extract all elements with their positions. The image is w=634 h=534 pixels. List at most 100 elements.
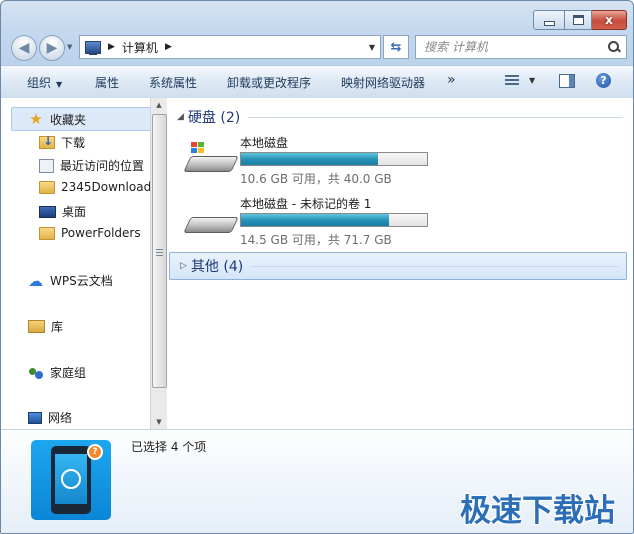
group-title: 硬盘 (2): [187, 110, 241, 126]
nav-item-label: 2345Downloads: [61, 180, 158, 194]
desktop-icon: [39, 205, 56, 218]
nav-item-powerfolders[interactable]: PowerFolders: [39, 226, 141, 240]
view-dropdown-icon[interactable]: ▼: [529, 76, 535, 85]
nav-item-label: PowerFolders: [61, 226, 141, 240]
nav-favorites[interactable]: ★ 收藏夹: [11, 107, 151, 131]
nav-wps-cloud-label: WPS云文档: [50, 274, 113, 288]
capacity-bar-fill: [241, 153, 378, 165]
download-folder-icon: [39, 134, 55, 149]
properties-button[interactable]: 属性: [95, 74, 119, 91]
view-options-icon[interactable]: [505, 73, 519, 87]
folder-icon: [39, 180, 55, 194]
forward-arrow-icon: ▶: [46, 40, 58, 56]
folder-icon: [39, 226, 55, 240]
address-bar[interactable]: ▶ 计算机 ▶ ▼: [79, 35, 381, 59]
help-icon[interactable]: ?: [596, 73, 611, 88]
drive-name: 本地磁盘: [240, 136, 289, 150]
homegroup-icon: [28, 366, 44, 380]
search-icon[interactable]: [608, 41, 620, 53]
capacity-bar: [240, 213, 428, 227]
nav-item-downloads[interactable]: 下载: [39, 134, 85, 151]
scroll-down-icon[interactable]: ▼: [151, 415, 167, 429]
system-properties-button[interactable]: 系统属性: [149, 74, 197, 91]
nav-item-label: 下载: [61, 136, 86, 150]
recent-pages-dropdown[interactable]: ▼: [67, 43, 72, 51]
drive-capacity: 10.6 GB 可用，共 40.0 GB: [240, 172, 392, 186]
search-box[interactable]: [415, 35, 627, 59]
preview-pane-icon[interactable]: [559, 74, 575, 88]
close-icon: x: [605, 13, 613, 27]
nav-favorites-label: 收藏夹: [50, 112, 87, 127]
nav-scrollbar[interactable]: ▲ ▼: [150, 98, 167, 429]
details-pane: ? 已选择 4 个项 极速下载站: [1, 429, 633, 533]
nav-item-desktop[interactable]: 桌面: [39, 203, 86, 220]
chevron-down-icon: ▼: [56, 80, 63, 89]
group-divider: [248, 116, 623, 118]
organize-label: 组织: [27, 76, 52, 90]
computer-icon: [85, 40, 101, 55]
content-pane: ◢ 硬盘 (2) 本地磁盘 10.6 GB 可用，共 40.0 GB 本地磁盘 …: [167, 98, 633, 429]
recent-places-icon: [39, 158, 54, 173]
basketball-icon: [61, 469, 81, 489]
group-title: 其他 (4): [190, 259, 244, 275]
group-divider: [251, 265, 618, 267]
nav-wps-cloud[interactable]: ☁ WPS云文档: [28, 272, 113, 289]
group-other[interactable]: ▷ 其他 (4): [169, 252, 627, 280]
more-commands-button[interactable]: »: [447, 72, 456, 88]
minimize-icon: [543, 20, 555, 26]
expand-icon[interactable]: ▷: [180, 261, 187, 271]
drive-name: 本地磁盘 - 未标记的卷 1: [240, 197, 372, 211]
cloud-icon: ☁: [28, 271, 43, 290]
grip-icon: [156, 247, 163, 258]
search-input[interactable]: [424, 40, 604, 54]
hard-drive-icon: [183, 209, 239, 235]
forward-button[interactable]: ▶: [39, 35, 65, 61]
scroll-up-icon[interactable]: ▲: [151, 98, 167, 112]
watermark-logo: 极速下载站: [460, 493, 615, 529]
nav-libraries[interactable]: 库: [28, 318, 63, 335]
uninstall-program-button[interactable]: 卸载或更改程序: [227, 74, 311, 91]
refresh-button[interactable]: ⇆: [383, 35, 409, 59]
chevron-right-icon[interactable]: ▶: [108, 42, 115, 52]
nav-item-recent-places[interactable]: 最近访问的位置: [39, 157, 144, 174]
nav-network[interactable]: 网络: [28, 409, 72, 426]
organize-menu[interactable]: 组织 ▼: [27, 74, 62, 91]
nav-network-label: 网络: [48, 411, 73, 425]
windows-logo-icon: [191, 142, 205, 155]
nav-item-2345downloads[interactable]: 2345Downloads: [39, 180, 157, 194]
nav-item-label: 桌面: [62, 205, 87, 219]
drive-item[interactable]: 本地磁盘 - 未标记的卷 1 14.5 GB 可用，共 71.7 GB: [183, 195, 615, 251]
address-dropdown-icon[interactable]: ▼: [369, 43, 375, 52]
explorer-window: x ◀ ▶ ▼ ▶ 计算机 ▶ ▼ ⇆ 组织▼ 属性 系统属性 卸载或更改程序 …: [0, 0, 634, 534]
drive-capacity: 14.5 GB 可用，共 71.7 GB: [240, 233, 392, 247]
nav-libraries-label: 库: [51, 320, 64, 334]
maximize-button[interactable]: [565, 10, 592, 30]
back-button[interactable]: ◀: [11, 35, 37, 61]
scroll-thumb[interactable]: [152, 114, 167, 388]
mobile-app-icon: ?: [31, 440, 111, 520]
collapse-icon[interactable]: ◢: [177, 112, 184, 122]
drive-item[interactable]: 本地磁盘 10.6 GB 可用，共 40.0 GB: [183, 134, 615, 190]
nav-item-label: 最近访问的位置: [60, 159, 145, 173]
star-icon: ★: [29, 110, 43, 128]
group-hard-drives[interactable]: ◢ 硬盘 (2): [167, 106, 631, 128]
close-button[interactable]: x: [592, 10, 627, 30]
network-icon: [28, 411, 42, 424]
library-icon: [28, 320, 45, 333]
selection-count: 已选择 4 个项: [131, 440, 207, 454]
chevron-right-icon[interactable]: ▶: [165, 42, 172, 52]
capacity-bar: [240, 152, 428, 166]
breadcrumb-computer[interactable]: 计算机: [122, 39, 158, 56]
caption-buttons: x: [533, 10, 627, 30]
hard-drive-icon: [183, 142, 239, 174]
badge-icon: ?: [87, 444, 103, 460]
back-arrow-icon: ◀: [18, 40, 30, 56]
nav-homegroup[interactable]: 家庭组: [28, 364, 86, 381]
map-network-drive-button[interactable]: 映射网络驱动器: [341, 74, 425, 91]
maximize-icon: [572, 15, 584, 25]
nav-homegroup-label: 家庭组: [50, 366, 87, 380]
refresh-icon: ⇆: [390, 39, 402, 55]
capacity-bar-fill: [241, 214, 390, 226]
navigation-pane: ★ 收藏夹 下载 最近访问的位置 2345Downloads 桌面 PowerF…: [1, 98, 157, 429]
minimize-button[interactable]: [533, 10, 565, 30]
